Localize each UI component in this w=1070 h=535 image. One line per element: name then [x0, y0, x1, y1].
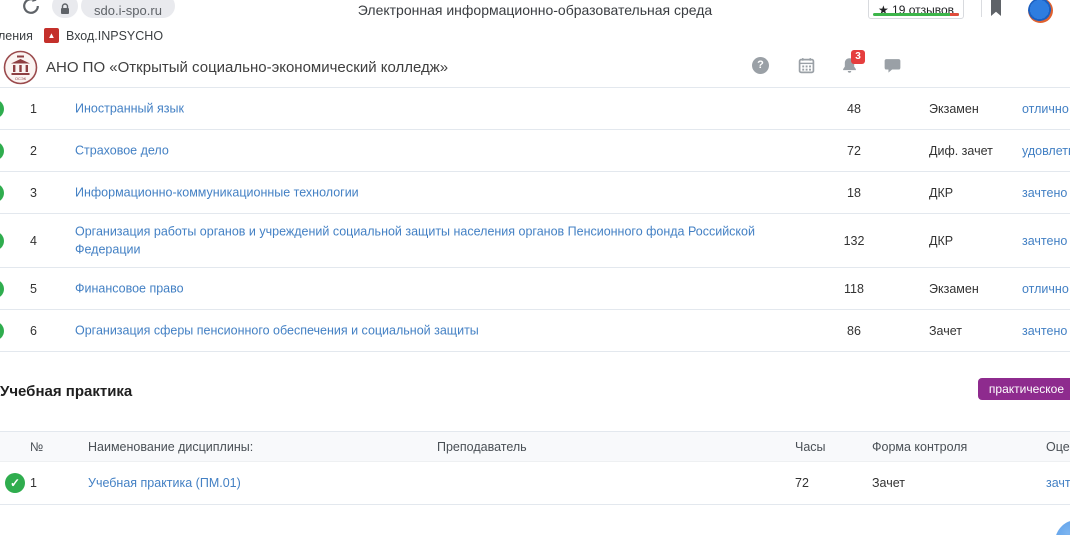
practice-link[interactable]: Учебная практика (ПМ.01) — [88, 476, 241, 490]
discipline-row: 5 Финансовое право 118 Экзамен отлично — [0, 268, 1070, 310]
control-form: Диф. зачет — [929, 144, 993, 158]
browser-toolbar: sdo.i-spo.ru Электронная информационно-о… — [0, 0, 1070, 28]
row-number: 1 — [30, 102, 37, 116]
practice-table: № Наименование дисциплины: Преподаватель… — [0, 431, 1070, 505]
grade-link[interactable]: зачтено — [1046, 476, 1070, 490]
hours-value: 48 — [833, 102, 875, 116]
profile-avatar[interactable] — [1028, 0, 1053, 23]
col-discipline: Наименование дисциплины: — [88, 440, 253, 454]
status-done-icon — [0, 279, 4, 298]
page-title: Электронная информационно-образовательна… — [358, 2, 712, 18]
calendar-icon[interactable] — [798, 57, 815, 79]
practice-row: ✓ 1 Учебная практика (ПМ.01) 72 Зачет за… — [0, 462, 1070, 505]
control-form: Экзамен — [929, 282, 979, 296]
practice-type-badge: практическое — [978, 378, 1070, 400]
control-form: ДКР — [929, 186, 953, 200]
discipline-link[interactable]: Финансовое право — [75, 279, 775, 298]
status-done-icon — [0, 99, 4, 118]
row-number: 2 — [30, 144, 37, 158]
bookmark-favicon-icon: ▲ — [44, 28, 59, 43]
hours-value: 72 — [795, 476, 809, 490]
rating-bar — [873, 13, 959, 16]
bookmark-item-inpsycho[interactable]: Вход.INPSYCHO — [66, 29, 163, 43]
control-form: Экзамен — [929, 102, 979, 116]
browser-window: sdo.i-spo.ru Электронная информационно-о… — [0, 0, 1070, 535]
discipline-row: 3 Информационно-коммуникационные техноло… — [0, 172, 1070, 214]
college-logo: ОСЭК — [3, 50, 38, 90]
status-check-icon: ✓ — [5, 473, 25, 493]
control-form: Зачет — [929, 324, 962, 338]
site-header: ОСЭК АНО ПО «Открытый социально-экономич… — [0, 46, 1070, 87]
reload-icon[interactable] — [22, 0, 40, 15]
section-title-practice: Учебная практика — [0, 383, 132, 400]
grade-link[interactable]: отлично — [1022, 282, 1069, 296]
lock-icon — [58, 2, 72, 15]
hours-value: 72 — [833, 144, 875, 158]
row-number: 1 — [30, 476, 37, 490]
floating-action-button[interactable] — [1055, 520, 1070, 535]
disciplines-table: 1 Иностранный язык 48 Экзамен отлично 2 … — [0, 87, 1070, 352]
college-name: АНО ПО «Открытый социально-экономический… — [46, 59, 448, 76]
grade-link[interactable]: зачтено — [1022, 234, 1067, 248]
control-form: Зачет — [872, 476, 905, 490]
col-control: Форма контроля — [872, 440, 967, 454]
status-done-icon — [0, 231, 4, 250]
grade-link[interactable]: отлично — [1022, 102, 1069, 116]
discipline-row: 4 Организация работы органов и учреждени… — [0, 214, 1070, 268]
grade-link[interactable]: зачтено — [1022, 324, 1067, 338]
row-number: 4 — [30, 234, 37, 248]
col-teacher: Преподаватель — [437, 440, 527, 454]
notifications-count-badge: 3 — [851, 50, 865, 64]
hours-value: 118 — [833, 282, 875, 296]
status-done-icon — [0, 321, 4, 340]
col-hours: Часы — [795, 440, 826, 454]
row-number: 5 — [30, 282, 37, 296]
discipline-link[interactable]: Иностранный язык — [75, 99, 775, 118]
grade-link[interactable]: зачтено — [1022, 186, 1067, 200]
discipline-link[interactable]: Организация работы органов и учреждений … — [75, 222, 775, 260]
discipline-row: 6 Организация сферы пенсионного обеспече… — [0, 310, 1070, 352]
hours-value: 86 — [833, 324, 875, 338]
grade-link[interactable]: удовлетворительно — [1022, 144, 1070, 158]
status-done-icon — [0, 183, 4, 202]
bookmark-icon[interactable] — [989, 0, 1003, 22]
col-number: № — [30, 440, 43, 454]
row-number: 6 — [30, 324, 37, 338]
site-security-chip[interactable] — [52, 0, 78, 18]
bookmark-item-partial[interactable]: ления — [0, 29, 33, 43]
hours-value: 132 — [833, 234, 875, 248]
hours-value: 18 — [833, 186, 875, 200]
reviews-badge[interactable]: ★ 19 отзывов — [868, 0, 964, 19]
discipline-link[interactable]: Информационно-коммуникационные технологи… — [75, 183, 775, 202]
col-grade: Оценка — [1046, 440, 1070, 454]
chat-icon[interactable] — [884, 57, 901, 79]
svg-text:ОСЭК: ОСЭК — [15, 76, 27, 81]
discipline-link[interactable]: Организация сферы пенсионного обеспечени… — [75, 321, 775, 340]
url-chip[interactable]: sdo.i-spo.ru — [81, 0, 175, 18]
toolbar-divider — [981, 0, 982, 17]
practice-table-header: № Наименование дисциплины: Преподаватель… — [0, 432, 1070, 462]
help-icon[interactable]: ? — [752, 57, 769, 74]
control-form: ДКР — [929, 234, 953, 248]
row-number: 3 — [30, 186, 37, 200]
discipline-link[interactable]: Страховое дело — [75, 141, 775, 160]
discipline-row: 2 Страховое дело 72 Диф. зачет удовлетво… — [0, 130, 1070, 172]
bookmarks-bar: ления ▲ Вход.INPSYCHO — [0, 28, 1070, 47]
status-done-icon — [0, 141, 4, 160]
discipline-row: 1 Иностранный язык 48 Экзамен отлично — [0, 88, 1070, 130]
